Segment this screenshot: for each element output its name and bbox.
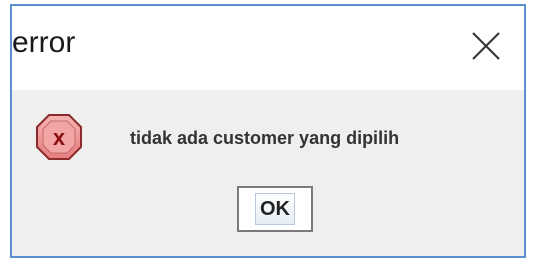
error-icon: x bbox=[36, 114, 82, 160]
error-dialog: error x tidak ada customer yang dipilih … bbox=[10, 4, 526, 258]
svg-text:x: x bbox=[53, 125, 66, 150]
error-message: tidak ada customer yang dipilih bbox=[130, 128, 400, 148]
close-icon bbox=[472, 32, 500, 60]
dialog-title: error bbox=[12, 26, 76, 59]
close-button[interactable] bbox=[470, 30, 502, 62]
dialog-content: x tidak ada customer yang dipilih OK bbox=[12, 90, 524, 256]
title-bar: error bbox=[12, 6, 524, 90]
ok-button-label: OK bbox=[255, 193, 295, 225]
ok-button[interactable]: OK bbox=[237, 186, 313, 232]
